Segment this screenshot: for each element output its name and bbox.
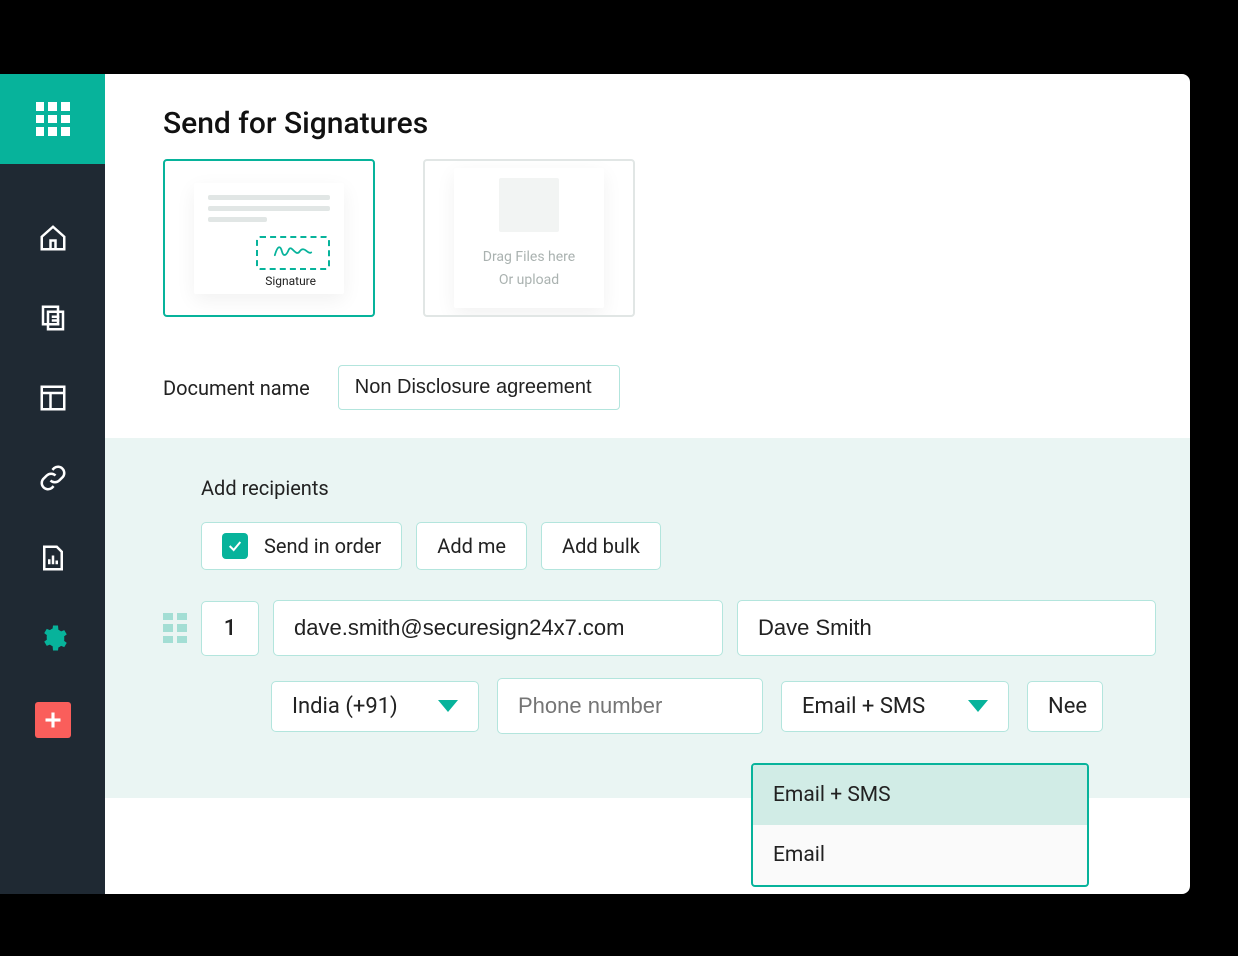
drag-handle-icon[interactable] bbox=[163, 613, 187, 643]
signature-label: Signature bbox=[265, 274, 316, 288]
upload-text-line1: Drag Files here bbox=[483, 248, 575, 267]
recipient-index: 1 bbox=[201, 601, 259, 656]
document-name-label: Document name bbox=[163, 376, 310, 400]
signer-action-dropdown[interactable]: Nee bbox=[1027, 681, 1103, 732]
documents-icon[interactable] bbox=[37, 302, 69, 334]
phone-number-input[interactable] bbox=[497, 678, 763, 734]
apps-grid-icon bbox=[36, 102, 70, 136]
document-name-input[interactable] bbox=[338, 365, 620, 410]
upload-card[interactable]: Drag Files here Or upload bbox=[423, 159, 635, 317]
add-button[interactable] bbox=[35, 702, 71, 738]
upload-text-line2: Or upload bbox=[499, 271, 559, 290]
delivery-options-popup: Email + SMS Email bbox=[751, 763, 1089, 887]
add-me-label: Add me bbox=[437, 534, 506, 558]
caret-down-icon bbox=[438, 700, 458, 712]
link-icon[interactable] bbox=[37, 462, 69, 494]
add-bulk-button[interactable]: Add bulk bbox=[541, 522, 661, 570]
recipients-toolbar: Send in order Add me Add bulk bbox=[163, 522, 1156, 570]
country-code-value: India (+91) bbox=[292, 694, 398, 719]
delivery-method-value: Email + SMS bbox=[802, 694, 925, 719]
sidebar bbox=[0, 74, 105, 894]
recipient-email-input[interactable] bbox=[273, 600, 723, 656]
delivery-option-email-sms[interactable]: Email + SMS bbox=[753, 765, 1087, 825]
upload-slot-icon bbox=[499, 178, 559, 232]
document-name-row: Document name bbox=[105, 317, 1190, 410]
document-thumbnail: Signature bbox=[194, 183, 344, 294]
sidebar-nav bbox=[35, 222, 71, 738]
app-launcher-button[interactable] bbox=[0, 74, 105, 164]
checkbox-checked-icon bbox=[222, 533, 248, 559]
add-me-button[interactable]: Add me bbox=[416, 522, 527, 570]
home-icon[interactable] bbox=[37, 222, 69, 254]
country-code-dropdown[interactable]: India (+91) bbox=[271, 681, 479, 732]
delivery-option-email[interactable]: Email bbox=[753, 825, 1087, 885]
delivery-method-dropdown[interactable]: Email + SMS bbox=[781, 681, 1009, 732]
recipient-name-input[interactable] bbox=[737, 600, 1156, 656]
page-title: Send for Signatures bbox=[105, 74, 1190, 159]
document-cards-row: Signature Drag Files here Or upload bbox=[105, 159, 1190, 317]
caret-down-icon bbox=[968, 700, 988, 712]
recipients-title: Add recipients bbox=[163, 476, 1156, 500]
upload-inner: Drag Files here Or upload bbox=[454, 168, 604, 308]
templates-icon[interactable] bbox=[37, 382, 69, 414]
send-in-order-toggle[interactable]: Send in order bbox=[201, 522, 402, 570]
signer-action-value: Nee bbox=[1048, 694, 1087, 719]
send-in-order-label: Send in order bbox=[264, 534, 381, 558]
add-bulk-label: Add bulk bbox=[562, 534, 640, 558]
settings-icon[interactable] bbox=[37, 622, 69, 654]
recipient-row: 1 bbox=[163, 600, 1156, 656]
document-preview-card[interactable]: Signature bbox=[163, 159, 375, 317]
reports-icon[interactable] bbox=[37, 542, 69, 574]
signature-placeholder-icon bbox=[256, 236, 330, 270]
recipients-panel: Add recipients Send in order Add me Add … bbox=[105, 438, 1190, 798]
recipient-row-secondary: India (+91) Email + SMS Nee bbox=[163, 678, 1156, 734]
